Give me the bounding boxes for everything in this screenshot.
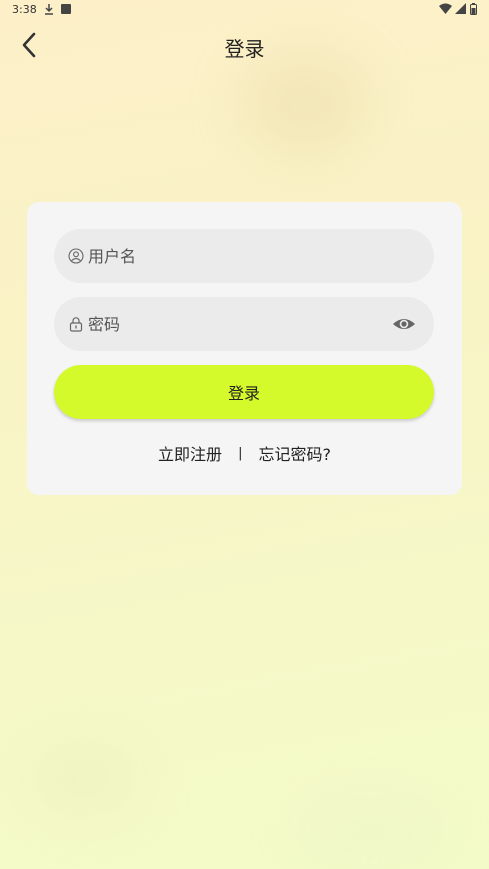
register-link[interactable]: 立即注册 [158,441,222,465]
eye-icon[interactable] [392,312,416,336]
password-input[interactable] [88,304,378,344]
page-title: 登录 [224,37,265,61]
battery-icon [470,3,477,15]
status-time: 3:38 [12,3,37,16]
status-bar: 3:38 [0,0,489,20]
user-icon [68,248,84,264]
background-blob [240,50,370,160]
login-button[interactable]: 登录 [54,365,434,419]
notification-a-icon [61,4,71,14]
password-field[interactable] [54,297,434,351]
download-icon [45,4,53,15]
login-card: 登录 立即注册 | 忘记密码? [27,202,462,495]
background-blob [30,740,140,820]
background-blob [300,800,440,860]
forgot-password-link[interactable]: 忘记密码? [258,441,331,465]
links-divider: | [238,445,243,461]
auth-links: 立即注册 | 忘记密码? [27,441,462,465]
signal-icon [455,3,466,14]
lock-icon [68,316,84,332]
wifi-icon [439,3,452,14]
username-field[interactable] [54,229,434,283]
username-input[interactable] [88,236,378,276]
